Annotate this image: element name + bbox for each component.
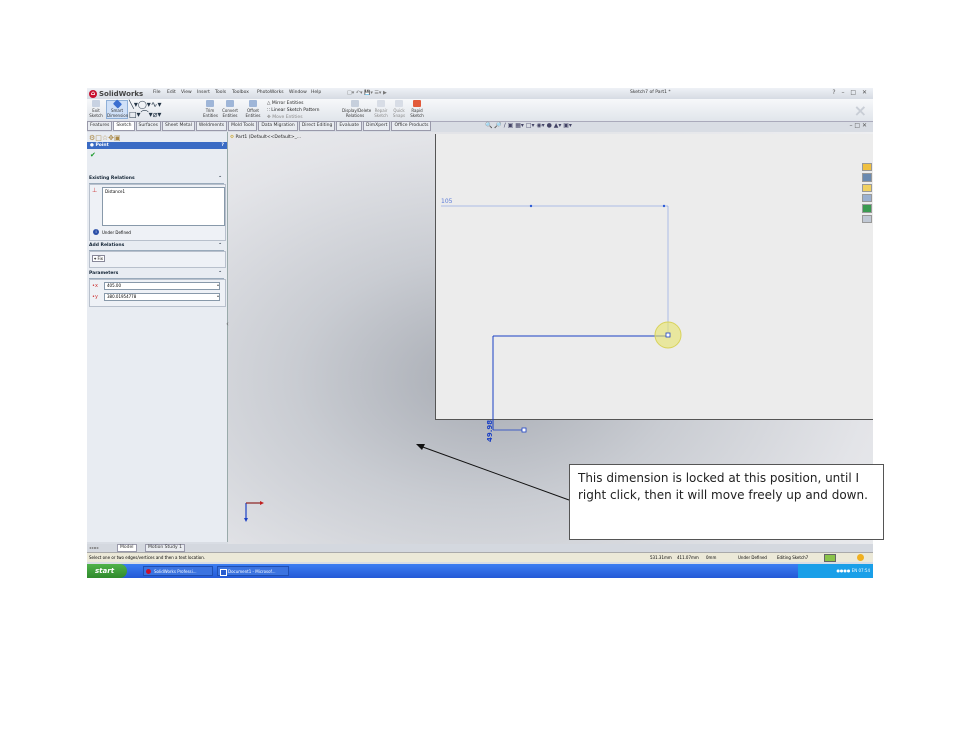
callout-text: This dimension is locked at this positio… — [578, 471, 868, 502]
annotation-layer — [416, 444, 570, 501]
annotation-arrow-line — [419, 445, 570, 501]
annotation-callout: This dimension is locked at this positio… — [569, 464, 884, 540]
